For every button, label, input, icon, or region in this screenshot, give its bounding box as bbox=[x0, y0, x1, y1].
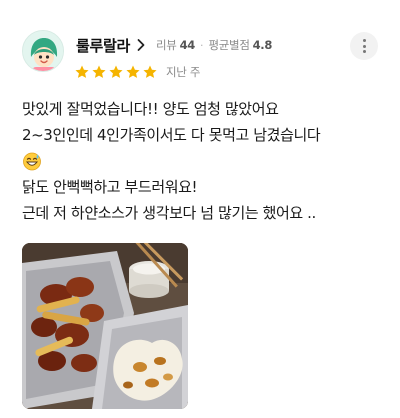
review-count: 리뷰 44 bbox=[156, 38, 195, 52]
review-line: 닭도 안뻑뻑하고 부드러워요! bbox=[22, 178, 198, 196]
author-row: 룰루랄라 리뷰 44 · 평균별점 4.8 bbox=[76, 34, 272, 56]
more-options-button[interactable] bbox=[350, 32, 378, 60]
review-date: 지난 주 bbox=[166, 65, 201, 79]
star-icon bbox=[92, 65, 106, 78]
grinning-sweat-emoji-icon bbox=[23, 152, 41, 171]
star-icon bbox=[143, 65, 157, 78]
food-photo-image bbox=[22, 243, 188, 409]
star-rating bbox=[74, 64, 158, 80]
average-rating: 평균별점 4.8 bbox=[208, 38, 273, 52]
review-line: 2~3인인데 4인가족이서도 다 못먹고 남겼습니다 bbox=[22, 126, 321, 144]
author-name[interactable]: 룰루랄라 bbox=[76, 35, 130, 56]
star-icon bbox=[75, 65, 89, 78]
chevron-right-icon[interactable] bbox=[136, 38, 146, 52]
avatar-character-icon bbox=[23, 31, 63, 71]
avatar[interactable] bbox=[22, 30, 64, 72]
review-text: 맛있게 잘먹었습니다!! 양도 엄청 많았어요 2~3인인데 4인가족이서도 다… bbox=[22, 96, 392, 226]
rating-row: 지난 주 bbox=[74, 63, 201, 81]
review-line: 맛있게 잘먹었습니다!! 양도 엄청 많았어요 bbox=[22, 100, 279, 118]
more-vertical-icon bbox=[362, 39, 366, 42]
review-line: 근데 저 하얀소스가 생각보다 넘 많기는 했어요 .. bbox=[22, 204, 316, 222]
review-card: 룰루랄라 리뷰 44 · 평균별점 4.8 지난 주 맛있게 잘먹었습니다!! 양도… bbox=[0, 0, 400, 418]
review-photo[interactable] bbox=[22, 243, 188, 409]
separator-dot: · bbox=[199, 38, 204, 52]
star-icon bbox=[126, 65, 140, 78]
star-icon bbox=[109, 65, 123, 78]
